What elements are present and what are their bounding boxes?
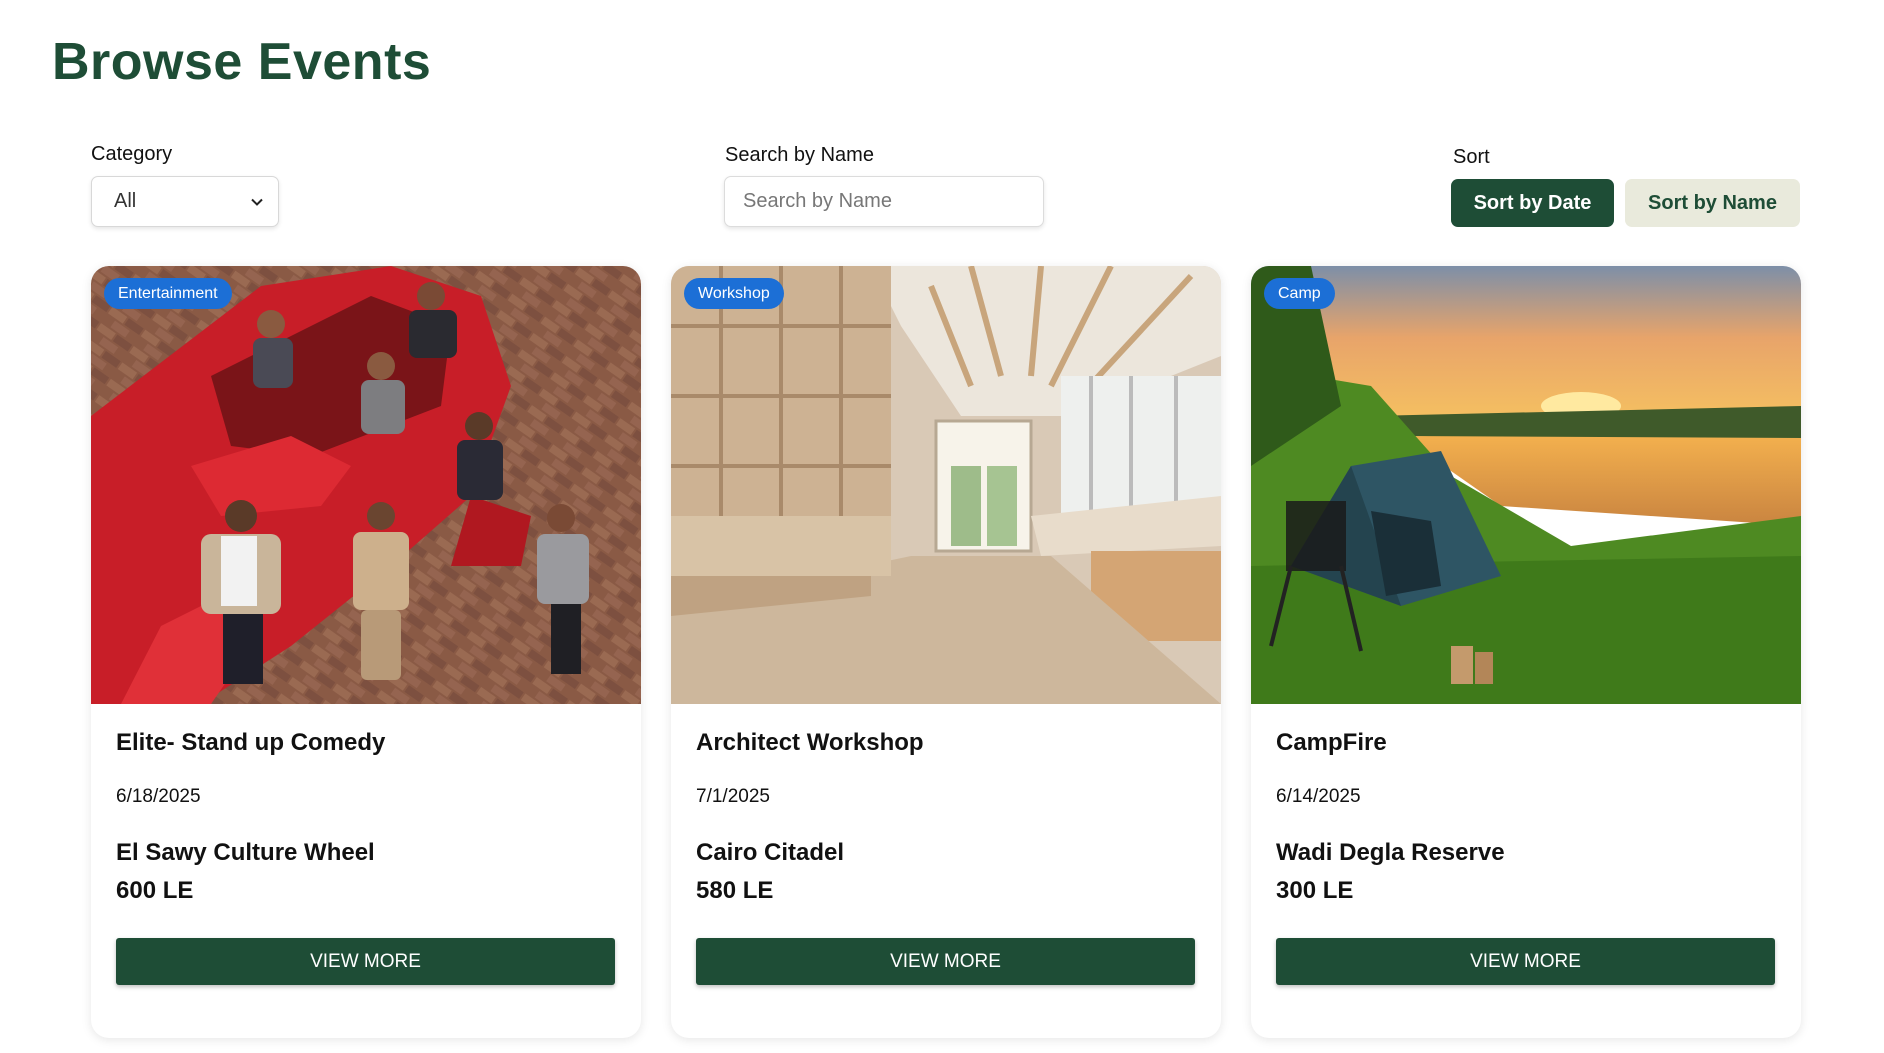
search-label: Search by Name [725,144,874,166]
category-badge: Workshop [684,278,784,309]
chevron-down-icon [251,198,263,206]
event-price: 580 LE [696,877,774,904]
event-card: Workshop Architect Workshop 7/1/2025 Cai… [671,266,1221,1038]
view-more-button[interactable]: VIEW MORE [696,938,1195,985]
category-label: Category [91,143,173,165]
search-input[interactable] [724,176,1044,227]
event-venue: Cairo Citadel [696,839,845,866]
event-title: Architect Workshop [696,729,924,756]
event-date: 6/14/2025 [1276,786,1361,807]
category-badge: Entertainment [104,278,232,309]
event-date: 6/18/2025 [116,786,201,807]
sort-by-name-button[interactable]: Sort by Name [1625,179,1800,227]
event-card: Entertainment Elite- Stand up Comedy 6/1… [91,266,641,1038]
event-price: 600 LE [116,877,194,904]
view-more-button[interactable]: VIEW MORE [116,938,615,985]
sort-label: Sort [1453,146,1490,168]
event-price: 300 LE [1276,877,1354,904]
category-select-value: All [114,190,137,212]
event-venue: Wadi Degla Reserve [1276,839,1505,866]
event-card: Camp CampFire 6/14/2025 Wadi Degla Reser… [1251,266,1801,1038]
event-date: 7/1/2025 [696,786,770,807]
event-image [671,266,1221,704]
sort-by-date-button[interactable]: Sort by Date [1451,179,1614,227]
view-more-button[interactable]: VIEW MORE [1276,938,1775,985]
event-title: CampFire [1276,729,1387,756]
event-image [91,266,641,704]
category-select[interactable]: All [91,176,279,227]
event-title: Elite- Stand up Comedy [116,729,386,756]
category-badge: Camp [1264,278,1335,309]
event-venue: El Sawy Culture Wheel [116,839,375,866]
page-title: Browse Events [52,33,432,91]
event-image [1251,266,1801,704]
